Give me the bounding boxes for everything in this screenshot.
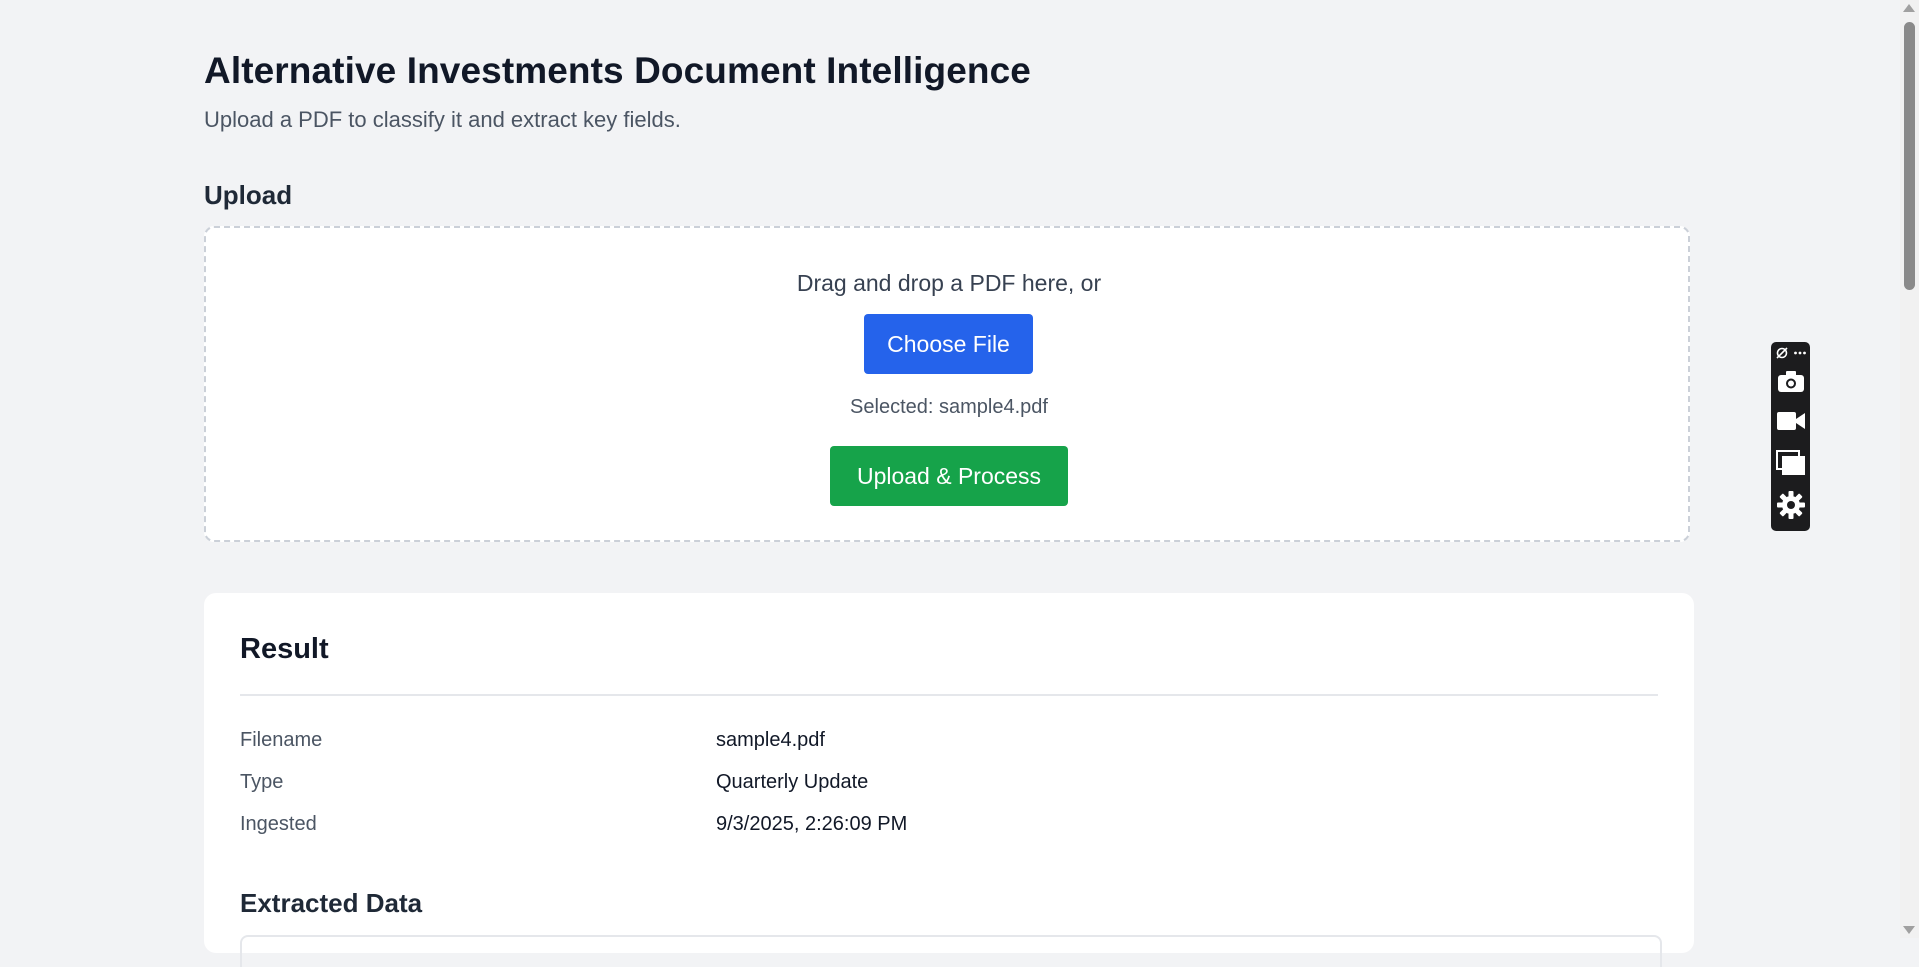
capture-toolbar	[1771, 342, 1810, 531]
upload-process-button[interactable]: Upload & Process	[830, 446, 1068, 506]
result-divider	[240, 694, 1658, 696]
ingested-value: 9/3/2025, 2:26:09 PM	[716, 813, 908, 835]
ingested-label: Ingested	[240, 813, 317, 835]
page-subtitle: Upload a PDF to classify it and extract …	[204, 107, 681, 132]
window-capture-button[interactable]	[1771, 450, 1810, 476]
selected-file-label: Selected: sample4.pdf	[850, 396, 1048, 418]
gear-icon	[1776, 491, 1805, 519]
scroll-up-arrow[interactable]	[1903, 4, 1915, 12]
upload-section-title: Upload	[204, 180, 293, 210]
extracted-data-title: Extracted Data	[240, 888, 423, 918]
page-scrollbar[interactable]	[1900, 0, 1919, 938]
type-value: Quarterly Update	[716, 771, 869, 793]
result-card: Result Filename sample4.pdf Type Quarter…	[204, 593, 1694, 967]
settings-button[interactable]	[1771, 490, 1810, 520]
choose-file-button[interactable]: Choose File	[864, 314, 1033, 374]
result-title: Result	[240, 633, 329, 665]
filename-label: Filename	[240, 729, 323, 751]
drop-instructions: Drag and drop a PDF here, or	[796, 270, 1102, 296]
camera-button[interactable]	[1771, 370, 1810, 394]
more-icon[interactable]	[1793, 346, 1807, 360]
type-label: Type	[240, 771, 284, 793]
page-title: Alternative Investments Document Intelli…	[204, 50, 1031, 91]
filename-value: sample4.pdf	[716, 729, 825, 751]
scroll-down-arrow[interactable]	[1903, 926, 1915, 934]
camera-icon	[1777, 371, 1804, 392]
video-icon	[1776, 412, 1805, 430]
toolbar-top-row	[1771, 346, 1810, 360]
scroll-thumb[interactable]	[1904, 22, 1915, 290]
link-icon[interactable]	[1775, 346, 1789, 360]
window-icon	[1775, 450, 1805, 475]
video-button[interactable]	[1771, 410, 1810, 432]
extracted-data-table	[240, 935, 1662, 967]
